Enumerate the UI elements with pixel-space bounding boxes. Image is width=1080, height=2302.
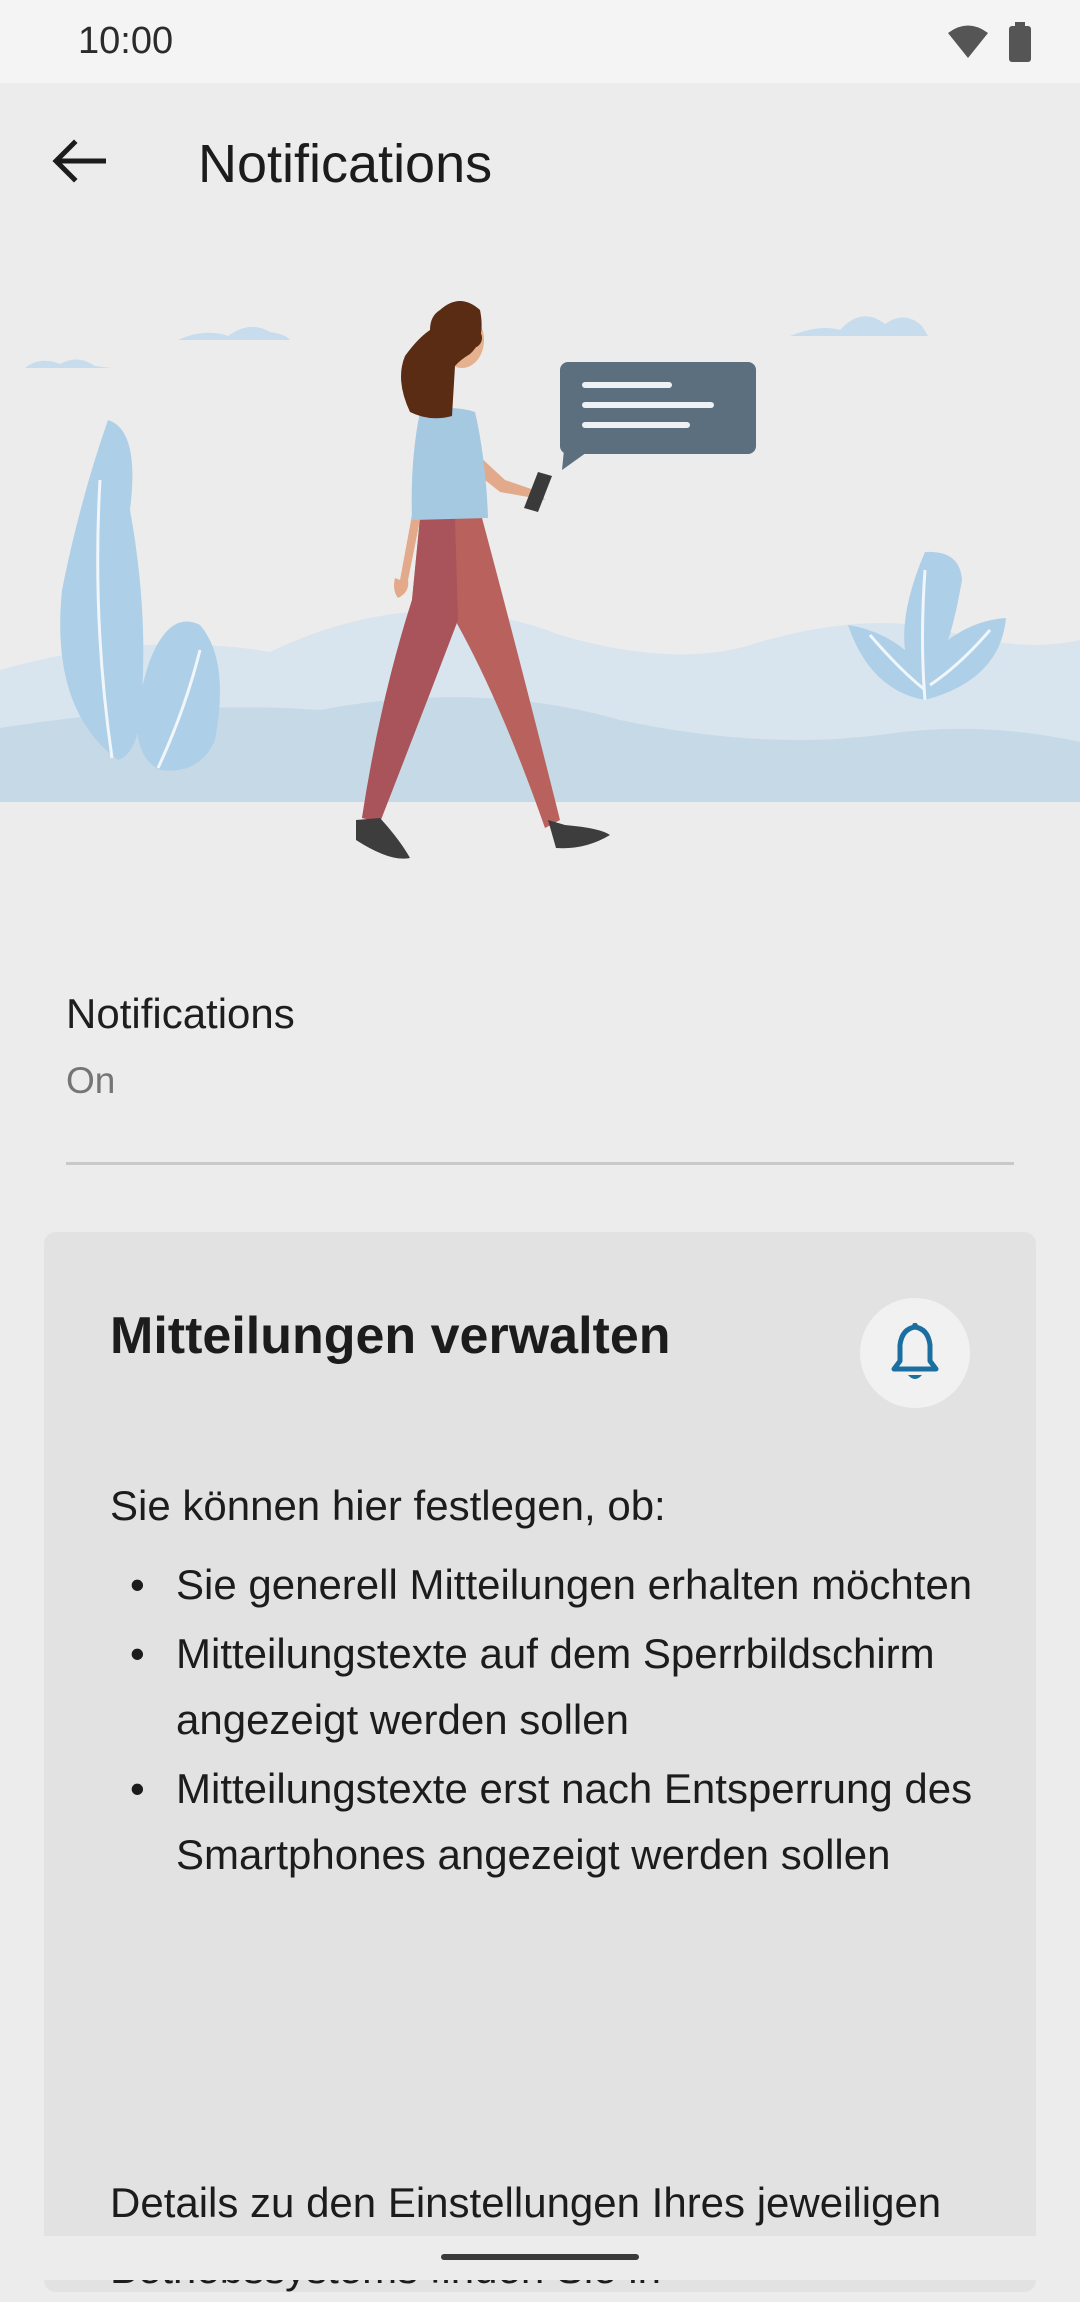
walking-person-illustration [0,301,1080,859]
list-item: • Mitteilungstexte auf dem Sperrbildschir… [130,1630,935,1743]
bell-badge [860,1298,970,1408]
notifications-preference[interactable]: Notifications On [66,990,1014,1160]
list-item: • Mitteilungstexte erst nach Entsperrung … [130,1765,973,1878]
info-card: Mitteilungen verwalten Sie können hier f… [44,1232,1036,2292]
wifi-icon [948,25,988,58]
status-time: 10:00 [78,20,174,62]
back-button[interactable] [40,123,116,199]
back-arrow-icon [52,139,106,183]
preference-summary: On [66,1060,116,1101]
card-title: Mitteilungen verwalten [110,1307,671,1365]
bell-icon [891,1323,939,1379]
home-gesture-handle[interactable] [441,2254,639,2260]
preference-title: Notifications [66,990,295,1037]
status-bar: 10:00 [0,0,1080,83]
list-item: • Sie generell Mitteilungen erhalten möch… [130,1561,973,1608]
card-intro: Sie können hier festlegen, ob: [110,1482,666,1529]
card-list: • Sie generell Mitteilungen erhalten möch… [110,1552,980,1891]
app-bar: Notifications [0,83,1080,243]
page-title: Notifications [198,134,493,194]
battery-icon [1009,22,1031,62]
divider [66,1162,1014,1165]
status-icons [946,22,1032,62]
navigation-bar [0,2236,1080,2280]
